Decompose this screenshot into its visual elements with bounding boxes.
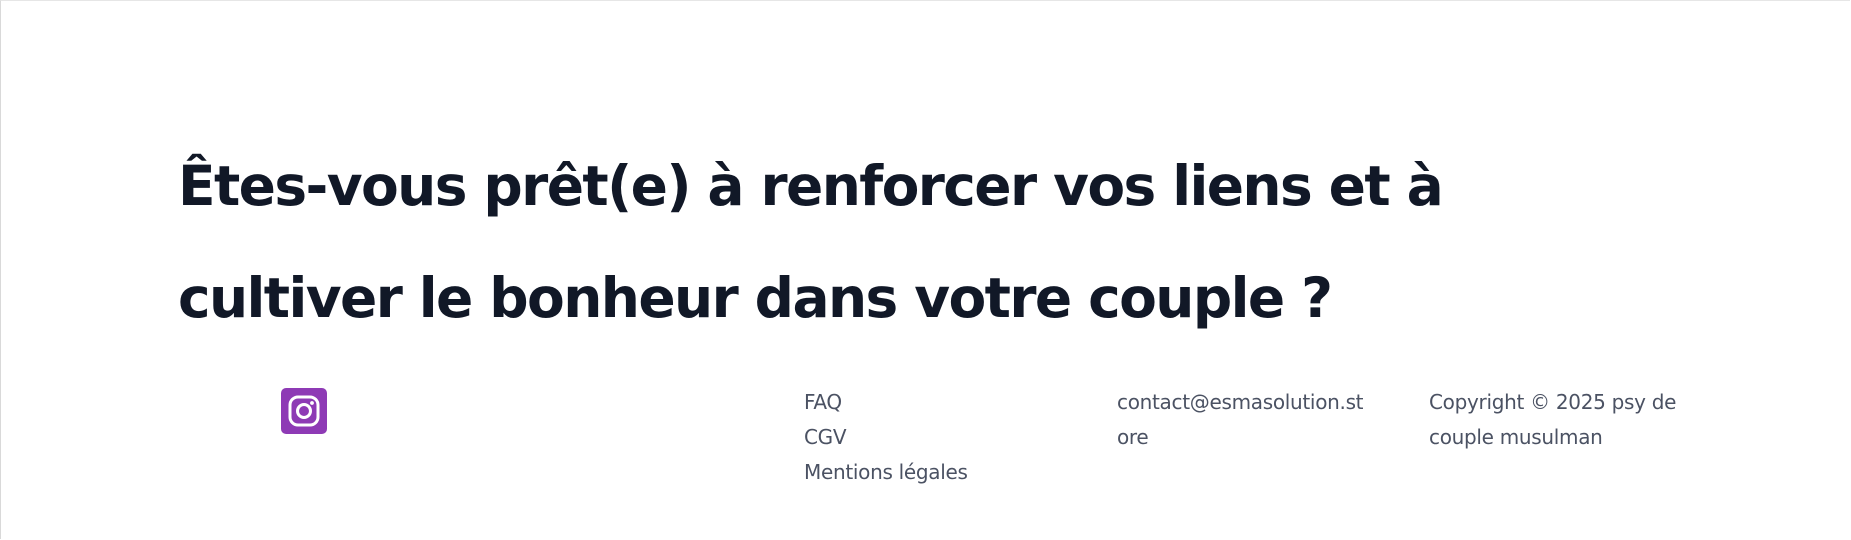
instagram-link[interactable] (281, 388, 327, 434)
cta-headline: Êtes-vous prêt(e) à renforcer vos liens … (178, 154, 1444, 330)
mentions-legales-link[interactable]: Mentions légales (804, 455, 968, 490)
contact-email: contact@esmasolution.store (1117, 390, 1364, 449)
copyright-text: Copyright © 2025 psy de couple musulman (1429, 390, 1677, 449)
faq-link[interactable]: FAQ (804, 385, 968, 420)
footer-links: FAQ CGV Mentions légales (804, 385, 968, 490)
instagram-icon (287, 394, 321, 428)
cgv-link[interactable]: CGV (804, 420, 968, 455)
